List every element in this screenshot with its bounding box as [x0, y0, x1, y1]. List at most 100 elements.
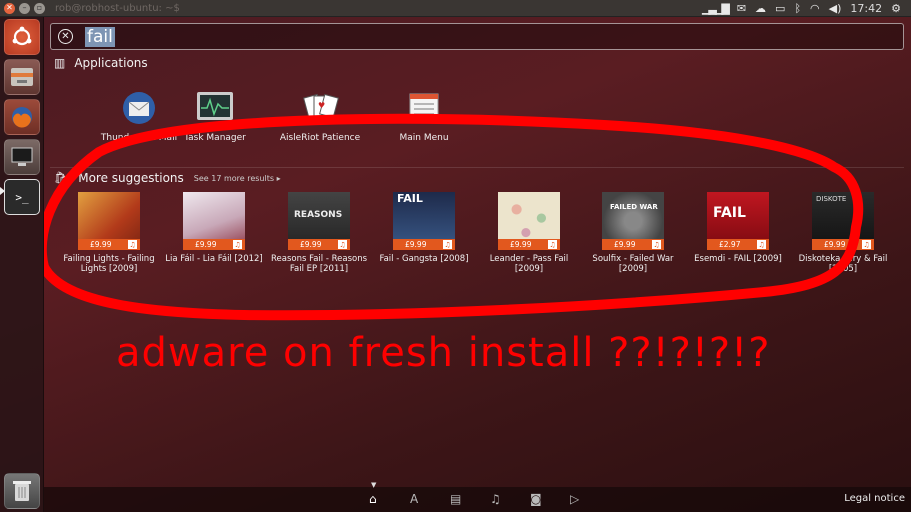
search-input[interactable]: fail — [85, 26, 115, 47]
music-note-icon: ♫ — [233, 240, 242, 249]
suggestion-item[interactable]: £9.99 ♫ Lia Fáil - Lia Fáil [2012] — [165, 192, 263, 264]
suggestion-title: Fail - Gangsta [2008] — [379, 254, 469, 264]
app-item[interactable]: Main Menu — [374, 87, 474, 143]
music-note-icon: ♫ — [548, 240, 557, 249]
suggestion-title: Reasons Fail - Reasons Fail EP [2011] — [270, 254, 368, 274]
cloud-icon[interactable]: ☁ — [755, 2, 766, 15]
price-tag: £9.99 — [614, 239, 636, 249]
close-window-icon[interactable]: ✕ — [4, 2, 15, 14]
album-cover: FAILED WAR £9.99 ♫ — [602, 192, 664, 250]
app-item[interactable]: Task Manager — [165, 87, 265, 143]
suggestion-title: Failing Lights - Failing Lights [2009] — [63, 254, 155, 274]
app-label: Task Manager — [184, 133, 246, 143]
cover-text: REASONS — [294, 210, 343, 220]
suggestions-header: 🛍 More suggestions See 17 more results ▸ — [54, 171, 281, 185]
search-box[interactable]: ✕ fail — [50, 23, 904, 50]
music-note-icon: ♫ — [757, 240, 766, 249]
indicator-tray: ▁▃▁▇ ✉ ☁ ▭ ᛒ ◠ ◀) 17:42 ⚙ — [702, 0, 911, 17]
dash-overlay: ✕ fail ▥ Applications Thunderbird Mail T… — [44, 17, 911, 495]
price-tag: £9.99 — [195, 239, 217, 249]
album-cover: £9.99 ♫ — [498, 192, 560, 250]
top-panel: ✕ – ▫ rob@robhost-ubuntu: ~$ ▁▃▁▇ ✉ ☁ ▭ … — [0, 0, 911, 17]
album-cover: £9.99 ♫ — [78, 192, 140, 250]
cover-text: FAIL — [397, 192, 423, 205]
suggestion-item[interactable]: FAILED WAR £9.99 ♫ Soulfix - Failed War [… — [584, 192, 682, 274]
applications-category-icon: ▥ — [54, 56, 66, 70]
suggestion-title: Lia Fáil - Lia Fáil [2012] — [165, 254, 263, 264]
firefox-icon[interactable] — [4, 99, 40, 135]
shopping-bag-icon: 🛍 — [54, 171, 70, 185]
mail-icon[interactable]: ✉ — [737, 2, 746, 15]
terminal-icon[interactable]: >_ — [4, 179, 40, 215]
maximize-window-icon[interactable]: ▫ — [34, 2, 45, 14]
suggestion-item[interactable]: FAIL £9.99 ♫ Fail - Gangsta [2008] — [375, 192, 473, 264]
suggestion-title: Diskoteka - Try & Fail [2005] — [798, 254, 888, 274]
suggestion-title: Soulfix - Failed War [2009] — [592, 254, 674, 274]
gear-icon[interactable]: ⚙ — [891, 2, 901, 15]
home-lens-icon[interactable]: ⌂ — [369, 492, 377, 506]
suggestions-title: More suggestions — [78, 171, 184, 185]
price-tag: £2.97 — [719, 239, 741, 249]
price-tag: £9.99 — [300, 239, 322, 249]
music-note-icon: ♫ — [862, 240, 871, 249]
music-note-icon: ♫ — [652, 240, 661, 249]
album-cover: FAIL £9.99 ♫ — [393, 192, 455, 250]
wifi-icon[interactable]: ◠ — [810, 2, 820, 15]
album-cover: FAIL £2.97 ♫ — [707, 192, 769, 250]
battery-icon[interactable]: ▭ — [775, 2, 785, 15]
dash-expand-arrow-icon[interactable]: ▼ — [371, 481, 376, 489]
trash-icon[interactable] — [4, 473, 40, 509]
app-item[interactable]: ♥ AisleRiot Patience — [270, 87, 370, 143]
music-lens-icon[interactable]: ♫ — [490, 492, 501, 506]
suggestion-item[interactable]: FAIL £2.97 ♫ Esemdi - FAIL [2009] — [689, 192, 787, 264]
system-settings-icon[interactable] — [4, 139, 40, 175]
suggestion-title: Leander - Pass Fail [2009] — [489, 254, 569, 274]
price-tag: £9.99 — [824, 239, 846, 249]
legal-notice-link[interactable]: Legal notice — [844, 493, 905, 504]
suggestion-item[interactable]: REASONS £9.99 ♫ Reasons Fail - Reasons Fa… — [270, 192, 368, 274]
album-cover: REASONS £9.99 ♫ — [288, 192, 350, 250]
lens-bar: ▼ ⌂ A ▤ ♫ ◙ ▷ Legal notice — [44, 481, 911, 512]
clear-search-icon[interactable]: ✕ — [58, 29, 73, 44]
cards-icon: ♥ — [299, 87, 341, 129]
files-icon[interactable] — [4, 59, 40, 95]
music-note-icon: ♫ — [338, 240, 347, 249]
price-tag: £9.99 — [405, 239, 427, 249]
video-lens-icon[interactable]: ▷ — [570, 492, 579, 506]
ubuntu-dash-icon[interactable] — [4, 19, 40, 55]
svg-text:♥: ♥ — [318, 101, 325, 110]
cover-text: DISKOTE — [816, 195, 847, 203]
main-menu-icon — [403, 87, 445, 129]
album-cover: £9.99 ♫ — [183, 192, 245, 250]
price-tag: £9.99 — [90, 239, 112, 249]
cover-text: FAIL — [713, 205, 746, 221]
suggestion-item[interactable]: £9.99 ♫ Leander - Pass Fail [2009] — [480, 192, 578, 274]
clock[interactable]: 17:42 — [850, 2, 882, 15]
applications-title: Applications — [74, 56, 148, 70]
volume-icon[interactable]: ◀) — [829, 2, 842, 15]
app-label: AisleRiot Patience — [279, 133, 361, 143]
suggestion-item[interactable]: DISKOTE £9.99 ♫ Diskoteka - Try & Fail [2… — [794, 192, 892, 274]
price-tag: £9.99 — [510, 239, 532, 249]
network-graph-icon[interactable]: ▁▃▁▇ — [702, 2, 730, 15]
files-lens-icon[interactable]: ▤ — [450, 492, 461, 506]
album-cover: DISKOTE £9.99 ♫ — [812, 192, 874, 250]
applications-lens-icon[interactable]: A — [410, 492, 418, 506]
minimize-window-icon[interactable]: – — [19, 2, 30, 14]
suggestion-item[interactable]: £9.99 ♫ Failing Lights - Failing Lights [… — [60, 192, 158, 274]
music-note-icon: ♫ — [443, 240, 452, 249]
category-divider — [50, 167, 904, 168]
annotation-text: adware on fresh install ??!?!?!? — [116, 330, 771, 376]
task-manager-icon — [194, 87, 236, 129]
window-title: rob@robhost-ubuntu: ~$ — [55, 2, 180, 14]
applications-header: ▥ Applications — [54, 56, 148, 70]
bluetooth-icon[interactable]: ᛒ — [794, 2, 801, 15]
suggestion-title: Esemdi - FAIL [2009] — [694, 254, 782, 264]
launcher: >_ — [0, 17, 44, 512]
app-label: Main Menu — [399, 133, 449, 143]
photos-lens-icon[interactable]: ◙ — [530, 492, 542, 506]
music-note-icon: ♫ — [128, 240, 137, 249]
cover-text: FAILED WAR — [610, 203, 658, 211]
thunderbird-icon — [118, 87, 160, 129]
see-more-results-link[interactable]: See 17 more results ▸ — [194, 174, 281, 183]
